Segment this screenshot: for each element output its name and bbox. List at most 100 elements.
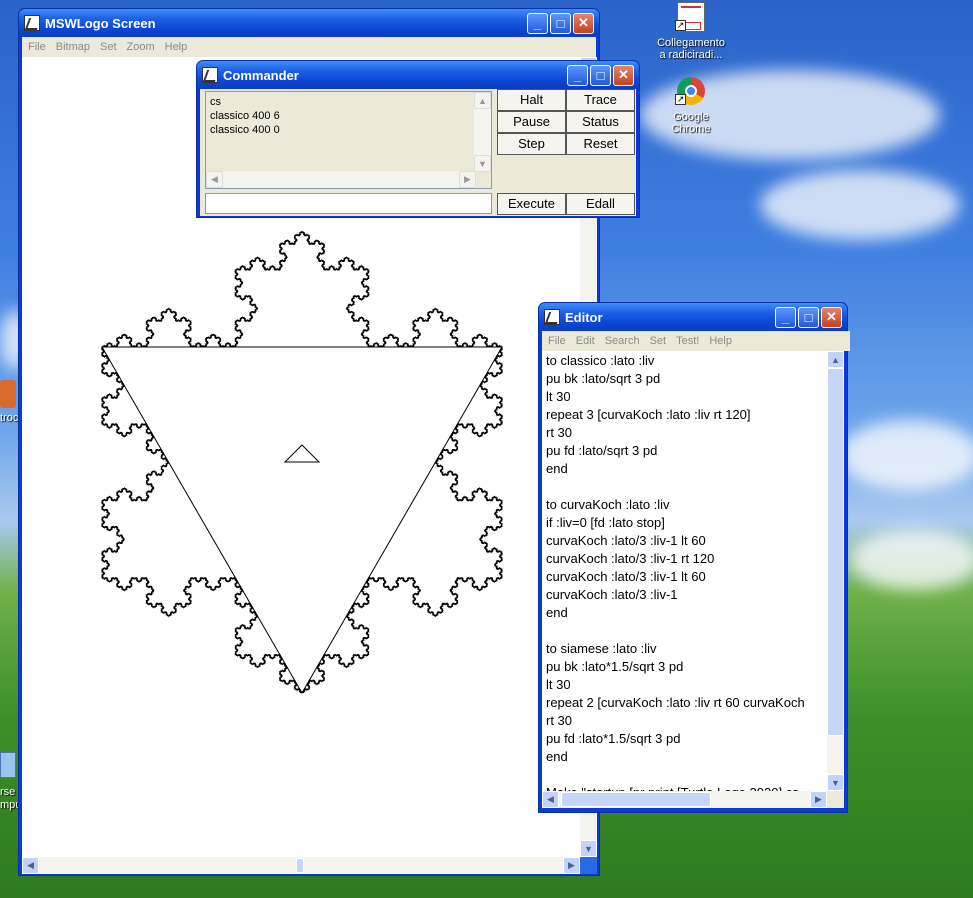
menu-set[interactable]: Set bbox=[650, 335, 667, 347]
scroll-down-icon[interactable]: ▼ bbox=[827, 774, 844, 791]
scroll-left-icon[interactable]: ◀ bbox=[22, 857, 39, 874]
scroll-left-icon[interactable]: ◀ bbox=[542, 791, 559, 808]
editor-code-line[interactable] bbox=[546, 766, 827, 784]
menu-file[interactable]: File bbox=[28, 41, 46, 53]
editor-code-line[interactable]: rt 30 bbox=[546, 424, 827, 442]
history-line[interactable]: classico 400 6 bbox=[210, 109, 487, 123]
close-button[interactable]: ✕ bbox=[613, 64, 634, 86]
maximize-button[interactable]: □ bbox=[550, 12, 571, 34]
trace-button[interactable]: Trace bbox=[566, 89, 635, 111]
editor-code-line[interactable]: pu bk :lato*1.5/sqrt 3 pd bbox=[546, 658, 827, 676]
scroll-up-icon[interactable]: ▲ bbox=[474, 92, 491, 109]
menu-help[interactable]: Help bbox=[709, 335, 732, 347]
scroll-thumb[interactable] bbox=[827, 368, 844, 736]
screen-horizontal-scrollbar[interactable]: ◀ ▶ bbox=[22, 857, 580, 874]
cloud bbox=[840, 420, 973, 490]
menu-file[interactable]: File bbox=[548, 335, 566, 347]
scroll-right-icon[interactable]: ▶ bbox=[563, 857, 580, 874]
maximize-button[interactable]: □ bbox=[798, 306, 819, 328]
editor-code-line[interactable]: end bbox=[546, 748, 827, 766]
editor-code-line[interactable] bbox=[546, 622, 827, 640]
history-line[interactable]: classico 400 0 bbox=[210, 123, 487, 137]
editor-code-line[interactable]: lt 30 bbox=[546, 388, 827, 406]
editor-code-line[interactable]: rt 30 bbox=[546, 712, 827, 730]
editor-window[interactable]: Editor _ □ ✕ File Edit Search Set Test! … bbox=[538, 302, 850, 813]
editor-code-line[interactable]: end bbox=[546, 460, 827, 478]
history-vertical-scrollbar[interactable]: ▲ ▼ bbox=[474, 92, 491, 172]
editor-code-line[interactable]: to classico :lato :liv bbox=[546, 352, 827, 370]
window-title: Commander bbox=[223, 67, 299, 83]
scroll-right-icon[interactable]: ▶ bbox=[459, 171, 476, 188]
editor-code-line[interactable] bbox=[546, 478, 827, 496]
editor-code-line[interactable]: to siamese :lato :liv bbox=[546, 640, 827, 658]
close-button[interactable]: ✕ bbox=[821, 306, 842, 328]
step-button[interactable]: Step bbox=[497, 133, 566, 155]
logo-app-icon bbox=[544, 309, 560, 325]
menu-help[interactable]: Help bbox=[165, 41, 188, 53]
desktop-icon-collegamento[interactable]: ↗ Collegamento a radiciradi... bbox=[646, 2, 736, 61]
editor-code-line[interactable]: pu bk :lato/sqrt 3 pd bbox=[546, 370, 827, 388]
editor-code-line[interactable]: Make "startup [pr print [Turtle Logo 202… bbox=[546, 784, 827, 791]
editor-text-area[interactable]: to classico :lato :liv pu bk :lato/sqrt 3… bbox=[542, 351, 827, 791]
desktop-icon-label: Google bbox=[673, 111, 709, 123]
editor-code-line[interactable]: lt 30 bbox=[546, 676, 827, 694]
command-history[interactable]: cs classico 400 6 classico 400 0 ▲ ▼ ◀ ▶ bbox=[205, 91, 492, 189]
cloud bbox=[760, 170, 960, 240]
maximize-button[interactable]: □ bbox=[590, 64, 611, 86]
scroll-down-icon[interactable]: ▼ bbox=[474, 155, 491, 172]
minimize-button[interactable]: _ bbox=[527, 12, 548, 34]
desktop-icon-chrome[interactable]: ↗ Google Chrome bbox=[646, 76, 736, 135]
scroll-thumb[interactable] bbox=[561, 792, 711, 807]
status-button[interactable]: Status bbox=[566, 111, 635, 133]
screen-menubar: File Bitmap Set Zoom Help bbox=[22, 37, 596, 57]
editor-code-line[interactable]: curvaKoch :lato/3 :liv-1 rt 120 bbox=[546, 550, 827, 568]
menu-test[interactable]: Test! bbox=[676, 335, 699, 347]
menu-edit[interactable]: Edit bbox=[576, 335, 595, 347]
editor-code-line[interactable]: end bbox=[546, 604, 827, 622]
desktop-icon-label: Collegamento bbox=[657, 37, 725, 49]
menu-search[interactable]: Search bbox=[605, 335, 640, 347]
chrome-icon: ↗ bbox=[675, 76, 707, 108]
partial-desktop-icon[interactable] bbox=[0, 380, 16, 408]
edall-button[interactable]: Edall bbox=[566, 193, 635, 215]
minimize-button[interactable]: _ bbox=[567, 64, 588, 86]
minimize-button[interactable]: _ bbox=[775, 306, 796, 328]
editor-code[interactable]: to classico :lato :liv pu bk :lato/sqrt 3… bbox=[542, 351, 827, 791]
editor-code-line[interactable]: if :liv=0 [fd :lato stop] bbox=[546, 514, 827, 532]
editor-code-line[interactable]: repeat 3 [curvaKoch :lato :liv rt 120] bbox=[546, 406, 827, 424]
scroll-thumb[interactable] bbox=[296, 858, 304, 873]
history-line[interactable]: cs bbox=[210, 95, 487, 109]
editor-code-line[interactable]: curvaKoch :lato/3 :liv-1 bbox=[546, 586, 827, 604]
editor-code-line[interactable]: pu fd :lato*1.5/sqrt 3 pd bbox=[546, 730, 827, 748]
editor-code-line[interactable]: curvaKoch :lato/3 :liv-1 lt 60 bbox=[546, 532, 827, 550]
scroll-up-icon[interactable]: ▲ bbox=[827, 351, 844, 368]
execute-button[interactable]: Execute bbox=[497, 193, 566, 215]
command-input[interactable] bbox=[205, 193, 492, 214]
scroll-left-icon[interactable]: ◀ bbox=[206, 171, 223, 188]
scroll-down-icon[interactable]: ▼ bbox=[580, 840, 597, 857]
menu-zoom[interactable]: Zoom bbox=[127, 41, 155, 53]
commander-titlebar[interactable]: Commander _ □ ✕ bbox=[197, 61, 639, 89]
menu-bitmap[interactable]: Bitmap bbox=[56, 41, 90, 53]
inner-triangle bbox=[101, 346, 503, 694]
editor-code-line[interactable]: curvaKoch :lato/3 :liv-1 lt 60 bbox=[546, 568, 827, 586]
editor-vertical-scrollbar[interactable]: ▲ ▼ bbox=[827, 351, 844, 791]
editor-horizontal-scrollbar[interactable]: ◀ ▶ bbox=[542, 791, 827, 808]
history-horizontal-scrollbar[interactable]: ◀ ▶ bbox=[206, 171, 476, 188]
editor-code-line[interactable]: to curvaKoch :lato :liv bbox=[546, 496, 827, 514]
size-grip bbox=[827, 791, 844, 808]
reset-button[interactable]: Reset bbox=[566, 133, 635, 155]
size-grip bbox=[580, 857, 597, 874]
screen-titlebar[interactable]: MSWLogo Screen _ □ ✕ bbox=[19, 9, 599, 37]
close-button[interactable]: ✕ bbox=[573, 12, 594, 34]
editor-code-line[interactable]: repeat 2 [curvaKoch :lato :liv rt 60 cur… bbox=[546, 694, 827, 712]
commander-window[interactable]: Commander _ □ ✕ cs classico 400 6 classi… bbox=[196, 60, 640, 218]
scroll-right-icon[interactable]: ▶ bbox=[810, 791, 827, 808]
menu-set[interactable]: Set bbox=[100, 41, 117, 53]
logo-app-icon bbox=[202, 67, 218, 83]
editor-code-line[interactable]: pu fd :lato/sqrt 3 pd bbox=[546, 442, 827, 460]
halt-button[interactable]: Halt bbox=[497, 89, 566, 111]
partial-computer-icon[interactable] bbox=[0, 752, 16, 778]
editor-titlebar[interactable]: Editor _ □ ✕ bbox=[539, 303, 847, 331]
pause-button[interactable]: Pause bbox=[497, 111, 566, 133]
